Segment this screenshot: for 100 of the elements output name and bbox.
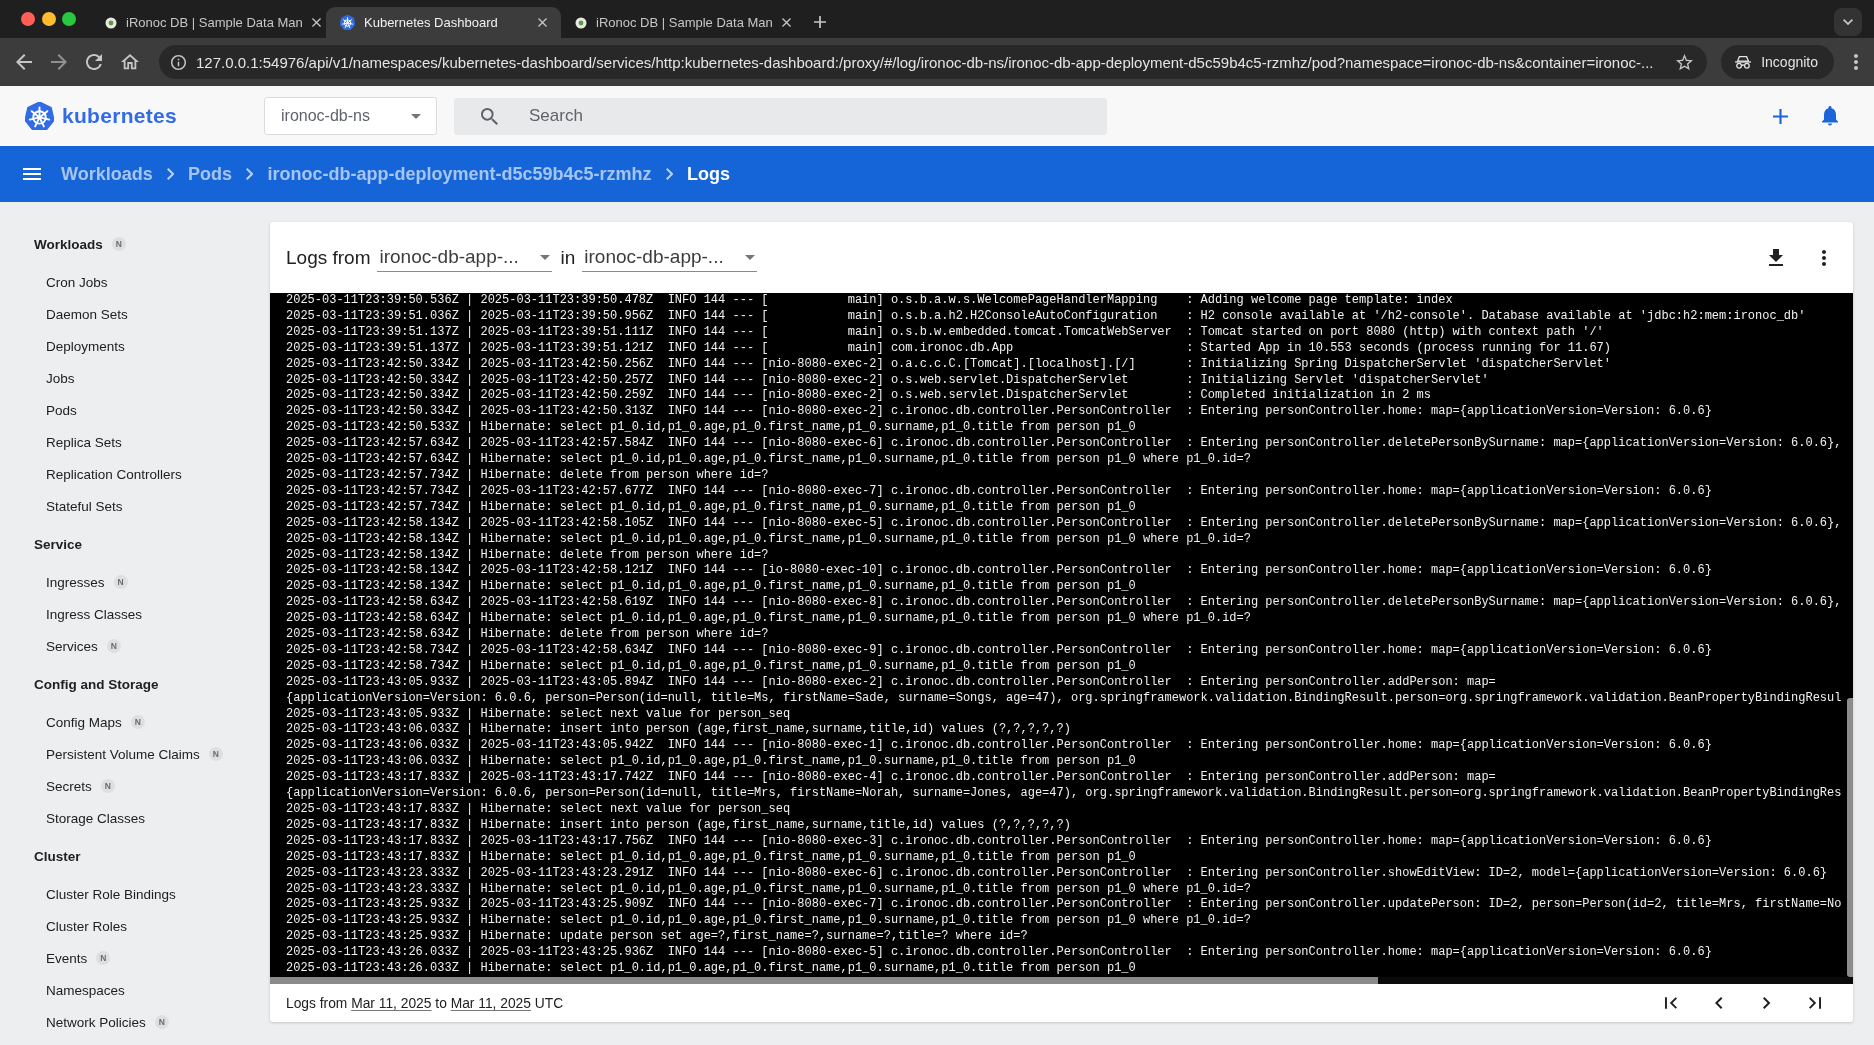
nav-item[interactable]: Pods	[46, 402, 77, 418]
nav-section-title[interactable]: Config and Storage	[34, 676, 159, 692]
nav-item[interactable]: Secrets N	[46, 778, 115, 794]
next-page-icon[interactable]	[1763, 997, 1771, 1009]
nav-section-title[interactable]: Service	[34, 536, 83, 552]
wheel-logo-icon[interactable]	[25, 101, 54, 131]
nav-item[interactable]: Ingresses N	[46, 574, 128, 590]
previous-page-icon[interactable]	[1715, 997, 1723, 1009]
nav-item[interactable]: Daemon Sets	[46, 306, 128, 322]
more-icon[interactable]	[1822, 249, 1826, 266]
wheel-favicon-icon	[340, 15, 355, 30]
nav-item[interactable]: Cluster Roles	[46, 918, 128, 934]
forward-icon[interactable]	[51, 54, 67, 70]
minimize-window-icon[interactable]	[41, 12, 56, 26]
chevron-right-icon	[246, 168, 254, 180]
log-line: 2025-03-11T23:43:17.833Z | Hibernate: select p1_0.id,p1_0.age,p1_0.first_name,p1_0.surname,p1_0.title from person p1_0	[286, 849, 1136, 866]
plus-icon[interactable]	[1773, 108, 1788, 124]
log-line: 2025-03-11T23:43:17.833Z | 2025-03-11T23:43:17.756Z INFO 144 --- [nio-8080-exec-3] c.ironoc.db.controller.PersonController : Entering personController.home: map={applicationVersion=Version: 6.0.6}	[286, 833, 1712, 850]
nav-item[interactable]: Stateful Sets	[46, 498, 123, 514]
log-line: 2025-03-11T23:42:57.634Z | 2025-03-11T23:42:57.584Z INFO 144 --- [nio-8080-exec-6] c.ironoc.db.controller.PersonController : Entering personController.deletePersonBySurname: map={applicationVersion=Version: 6.0.6},	[286, 436, 1842, 453]
log-line: 2025-03-11T23:42:50.334Z | 2025-03-11T23:42:50.256Z INFO 144 --- [nio-8080-exec-2] o.a.c.c.C.[Tomcat].[localhost].[/] : Initializing Spring DispatcherServlet 'dispatcherServlet'	[286, 356, 1611, 373]
logs-from-label: Logs from	[286, 246, 371, 269]
namespaced-badge: N	[130, 715, 145, 729]
log-line: 2025-03-11T23:42:58.634Z | Hibernate: delete from person where id=?	[286, 627, 769, 643]
nav-item[interactable]: Deployments	[46, 338, 125, 354]
zoom-window-icon[interactable]	[62, 12, 76, 26]
namespaced-badge: N	[96, 951, 111, 965]
browser-tab[interactable]: iRonoc DB | Sample Data Man	[91, 7, 326, 38]
bell-icon[interactable]	[1822, 106, 1838, 126]
container-select[interactable]: ironoc-db-app-...	[582, 243, 758, 272]
log-line: 2025-03-11T23:43:17.833Z | Hibernate: insert into person (age,first_name,surname,title,id) values (?,?,?,?,?)	[286, 817, 1071, 834]
nav-item[interactable]: Config Maps N	[46, 714, 145, 730]
caret-icon	[745, 254, 756, 260]
close-icon[interactable]	[781, 18, 791, 27]
address-bar[interactable]: 127.0.0.1:54976/api/v1/namespaces/kubernetes-dashboard/services/http:kubernetes-dashboard:/proxy/#/log/ironoc-db-ns/ironoc-db-app-deployment-d5c59b4c5-rzmhz/pod?namespace=ironoc-db-ns&container=ironoc-...	[159, 45, 1708, 79]
browser-tab[interactable]: Kubernetes Dashboard	[326, 7, 561, 38]
log-line: 2025-03-11T23:43:25.933Z | Hibernate: select p1_0.id,p1_0.age,p1_0.first_name,p1_0.surname,p1_0.title from person p1_0 where p1_0.id=?	[286, 913, 1251, 930]
log-line: 2025-03-11T23:39:51.137Z | 2025-03-11T23:39:51.111Z INFO 144 --- [ main] o.s.b.w.embedded.tomcat.TomcatWebServer : Tomcat started on port 8080 (http) with context path '/'	[286, 324, 1604, 341]
log-line: 2025-03-11T23:39:51.036Z | 2025-03-11T23:39:50.956Z INFO 144 --- [ main] o.s.b.a.h2.H2ConsoleAutoConfiguration : H2 console available at '/h2-console'. Database available at 'jdbc:h2:mem:ironoc_db'	[286, 308, 1806, 325]
last-page-icon[interactable]	[1809, 997, 1821, 1009]
nav-item[interactable]: Cron Jobs	[46, 274, 108, 290]
log-line: 2025-03-11T23:42:57.734Z | 2025-03-11T23:42:57.677Z INFO 144 --- [nio-8080-exec-7] c.ironoc.db.controller.PersonController : Entering personController.home: map={applicationVersion=Version: 6.0.6}	[286, 483, 1712, 500]
nav-item[interactable]: Ingress Classes	[46, 606, 143, 622]
nav-item[interactable]: Replication Controllers	[46, 466, 182, 482]
close-icon[interactable]	[538, 18, 547, 27]
horizontal-scrollbar-thumb[interactable]	[270, 977, 1379, 984]
log-line: 2025-03-11T23:42:58.734Z | Hibernate: select p1_0.id,p1_0.age,p1_0.first_name,p1_0.surname,p1_0.title from person p1_0	[286, 658, 1136, 675]
pod-select[interactable]: ironoc-db-app-...	[377, 243, 553, 272]
log-line: 2025-03-11T23:43:17.833Z | Hibernate: select next value for person_seq	[286, 802, 791, 818]
log-line: 2025-03-11T23:42:58.634Z | 2025-03-11T23:42:58.619Z INFO 144 --- [nio-8080-exec-8] c.ironoc.db.controller.PersonController : Entering personController.deletePersonBySurname: map={applicationVersion=Version: 6.0.6},	[286, 595, 1842, 612]
log-line: 2025-03-11T23:42:58.134Z | 2025-03-11T23:42:58.121Z INFO 144 --- [io-8080-exec-10] c.ironoc.db.controller.PersonController : Entering personController.home: map={applicationVersion=Version: 6.0.6}	[286, 563, 1712, 580]
nav-item[interactable]: Services N	[46, 638, 121, 654]
log-line: 2025-03-11T23:43:06.033Z | 2025-03-11T23:43:05.942Z INFO 144 --- [nio-8080-exec-1] c.ironoc.db.controller.PersonController : Entering personController.home: map={applicationVersion=Version: 6.0.6}	[286, 738, 1712, 755]
namespace-select[interactable]: ironoc-db-ns	[264, 97, 437, 135]
vertical-scrollbar-thumb[interactable]	[1847, 697, 1853, 977]
more-icon[interactable]	[1854, 54, 1858, 70]
menu-icon[interactable]	[23, 168, 41, 180]
caret-icon	[540, 254, 551, 260]
log-line: 2025-03-11T23:42:57.734Z | Hibernate: delete from person where id=?	[286, 467, 769, 484]
log-line: 2025-03-11T23:43:25.933Z | Hibernate: update person set age=?,first_name=?,surname=?,title=? where id=?	[286, 929, 1028, 946]
nav-item[interactable]: Network Policies N	[46, 1014, 169, 1030]
plus-icon[interactable]	[814, 16, 826, 28]
log-line: 2025-03-11T23:42:58.734Z | 2025-03-11T23:42:58.634Z INFO 144 --- [nio-8080-exec-9] c.ironoc.db.controller.PersonController : Entering personController.home: map={applicationVersion=Version: 6.0.6}	[286, 642, 1712, 659]
nav-item[interactable]: Storage Classes	[46, 810, 146, 826]
tab-search-button[interactable]	[1834, 8, 1862, 36]
logo-text[interactable]: kubernetes	[62, 104, 178, 128]
home-icon[interactable]	[121, 54, 139, 70]
log-line: 2025-03-11T23:39:50.536Z | 2025-03-11T23:39:50.478Z INFO 144 --- [ main] o.s.b.a.w.s.WelcomePageHandlerMapping : Adding welcome page template: index	[286, 293, 1453, 309]
first-page-icon[interactable]	[1665, 997, 1677, 1009]
download-icon[interactable]	[1769, 249, 1783, 266]
log-line: 2025-03-11T23:42:58.134Z | Hibernate: select p1_0.id,p1_0.age,p1_0.first_name,p1_0.surname,p1_0.title from person p1_0	[286, 579, 1136, 596]
nav-item[interactable]: Persistent Volume Claims N	[46, 746, 223, 762]
nav-item[interactable]: Replica Sets	[46, 434, 122, 450]
incognito-icon	[1735, 55, 1752, 69]
back-icon[interactable]	[16, 54, 32, 70]
close-window-icon[interactable]	[21, 12, 35, 26]
profile-button[interactable]: Incognito	[1721, 45, 1834, 79]
log-line: 2025-03-11T23:43:05.933Z | Hibernate: select next value for person_seq	[286, 706, 791, 723]
browser-tab[interactable]: iRonoc DB | Sample Data Man	[561, 7, 796, 38]
reload-icon[interactable]	[86, 54, 102, 70]
nav-section-title[interactable]: Cluster	[34, 848, 81, 864]
nav-item[interactable]: Cluster Role Bindings	[46, 886, 176, 902]
dot-favicon-icon	[105, 16, 117, 29]
nav-item[interactable]: Namespaces	[46, 982, 125, 998]
nav-item[interactable]: Jobs	[46, 370, 75, 386]
namespaced-badge: N	[208, 747, 223, 761]
log-line: 2025-03-11T23:42:58.134Z | Hibernate: delete from person where id=?	[286, 547, 769, 564]
log-time-range-text: Logs from Mar 11, 2025 to Mar 11, 2025 UTC	[286, 995, 564, 1011]
log-line: 2025-03-11T23:42:58.134Z | Hibernate: select p1_0.id,p1_0.age,p1_0.first_name,p1_0.surname,p1_0.title from person p1_0 where p1_0.id=?	[286, 531, 1251, 548]
nav-section-title[interactable]: Workloads N	[34, 236, 126, 252]
close-icon[interactable]	[311, 18, 321, 27]
dot-favicon-icon	[575, 16, 587, 29]
site-info-icon[interactable]	[171, 54, 186, 70]
namespaced-badge: N	[106, 639, 121, 653]
log-line: 2025-03-11T23:42:50.334Z | 2025-03-11T23:42:50.313Z INFO 144 --- [nio-8080-exec-2] c.ironoc.db.controller.PersonController : Entering personController.home: map={applicationVersion=Version: 6.0.6}	[286, 404, 1712, 421]
star-icon[interactable]	[1676, 53, 1694, 71]
log-line: 2025-03-11T23:43:23.333Z | Hibernate: select p1_0.id,p1_0.age,p1_0.first_name,p1_0.surname,p1_0.title from person p1_0 where p1_0.id=?	[286, 881, 1251, 898]
search-field[interactable]: Search	[454, 97, 1107, 135]
log-line: 2025-03-11T23:42:50.533Z | Hibernate: select p1_0.id,p1_0.age,p1_0.first_name,p1_0.surname,p1_0.title from person p1_0	[286, 420, 1136, 437]
nav-item[interactable]: Events N	[46, 950, 111, 966]
